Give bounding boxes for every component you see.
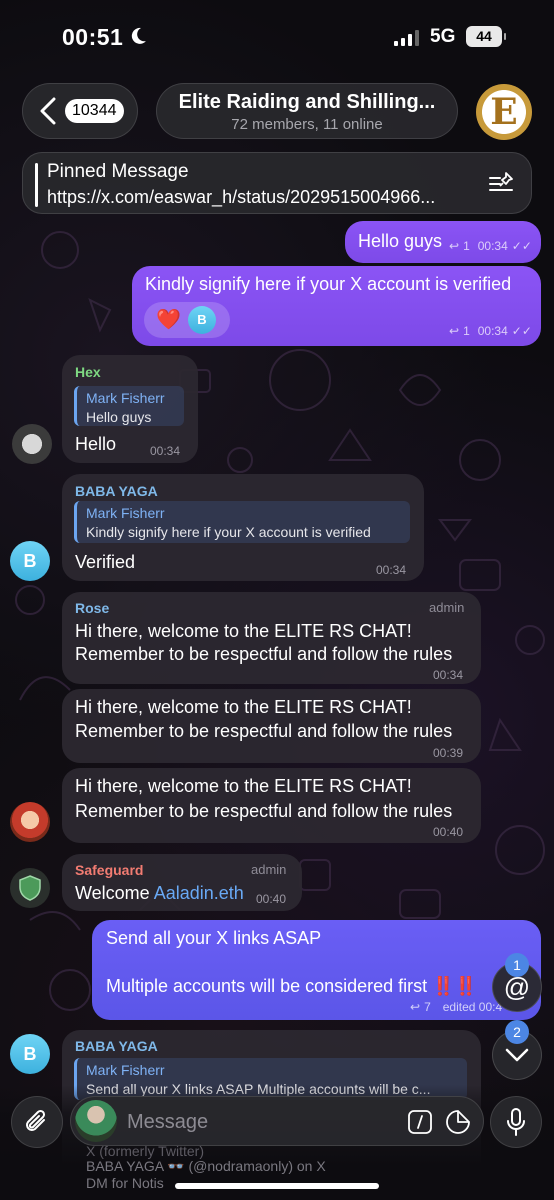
incoming-message[interactable]: Hex Mark Fisherr Hello guys Hello 00:34 — [62, 355, 198, 463]
message-text-line1: Hi there, welcome to the ELITE RS CHAT! — [75, 697, 412, 717]
sender-name: Hex — [75, 364, 101, 380]
sender-name: Rose — [75, 600, 110, 616]
message-text: Welcome Aaladin.eth — [75, 881, 244, 906]
user-mention-link[interactable]: Aaladin.eth — [154, 883, 244, 903]
quote-author: Mark Fisherr — [86, 390, 165, 406]
quote-author: Mark Fisherr — [86, 1062, 165, 1078]
outgoing-message[interactable]: Hello guys ↩ 1 00:34 ✓✓ — [345, 221, 541, 263]
pinned-text: https://x.com/easwar_h/status/2029515004… — [47, 187, 436, 207]
avatar-baba-yaga[interactable]: B — [10, 541, 50, 581]
message-time: 00:34 — [376, 563, 407, 577]
sender-name: BABA YAGA — [75, 483, 158, 499]
message-text-prefix: Welcome — [75, 883, 154, 903]
outgoing-message[interactable]: Send all your X links ASAP Multiple acco… — [92, 920, 541, 1020]
reply-count: 7 — [424, 1000, 431, 1014]
chevron-left-icon — [40, 97, 56, 125]
message-input[interactable] — [127, 1107, 387, 1137]
incoming-message[interactable]: Safeguard admin Welcome Aaladin.eth 00:4… — [62, 854, 302, 911]
message-time: 00:40 — [256, 892, 287, 906]
reply-icon: ↩ — [449, 239, 460, 253]
message-meta: ↩ 7 edited 00:4 — [410, 1000, 502, 1014]
avatar-rose[interactable] — [10, 802, 50, 842]
message-text: Verified — [75, 552, 136, 572]
message-time: 00:34 — [150, 444, 181, 458]
battery-indicator: 44 — [466, 26, 506, 47]
pinned-indicator — [35, 163, 38, 207]
attach-button[interactable] — [11, 1096, 63, 1148]
message-text-line2: Remember to be respectful and follow the… — [75, 644, 453, 664]
shield-icon — [19, 875, 41, 901]
admin-badge: admin — [429, 600, 465, 615]
pinned-message-bar[interactable]: Pinned Message https://x.com/easwar_h/st… — [22, 152, 532, 214]
reply-icon: ↩ — [449, 324, 460, 338]
status-bar: 00:51 5G 44 — [0, 0, 554, 72]
sender-name: BABA YAGA — [75, 1038, 158, 1054]
reply-icon: ↩ — [410, 1000, 421, 1014]
chat-title-button[interactable]: Elite Raiding and Shilling... 72 members… — [156, 83, 458, 139]
network-type: 5G — [430, 26, 456, 47]
send-as-avatar[interactable] — [75, 1100, 117, 1142]
message-text: Hello — [75, 434, 117, 454]
message-text-line2: Remember to be respectful and follow the… — [75, 721, 453, 741]
reply-count: 1 — [463, 324, 470, 338]
incoming-message[interactable]: Rose admin Hi there, welcome to the ELIT… — [62, 592, 481, 684]
reply-quote[interactable]: Mark Fisherr Hello guys — [74, 386, 184, 426]
reply-quote[interactable]: Mark Fisherr Kindly signify here if your… — [74, 501, 410, 543]
message-time: 00:39 — [433, 746, 464, 760]
incoming-message[interactable]: Hi there, welcome to the ELITE RS CHAT! … — [62, 768, 481, 843]
quote-text: Hello guys — [86, 409, 152, 425]
admin-badge: admin — [251, 862, 287, 877]
read-checks-icon: ✓✓ — [511, 324, 532, 338]
pinned-list-icon[interactable] — [487, 169, 517, 199]
message-text-line1: Hi there, welcome to the ELITE RS CHAT! — [75, 776, 412, 796]
pinned-title: Pinned Message — [47, 161, 189, 182]
incoming-message[interactable]: Hi there, welcome to the ELITE RS CHAT! … — [62, 689, 481, 763]
message-text-line1: Send all your X links ASAP — [106, 928, 322, 948]
message-meta: ↩ 1 00:34 ✓✓ — [449, 324, 532, 338]
voice-message-button[interactable] — [490, 1096, 542, 1148]
sender-name: Safeguard — [75, 862, 144, 878]
avatar-safeguard[interactable] — [10, 868, 50, 908]
message-time: 00:34 — [433, 668, 464, 682]
back-button[interactable]: 10344 — [22, 83, 138, 139]
read-checks-icon: ✓✓ — [511, 239, 532, 253]
message-text-line2: Remember to be respectful and follow the… — [75, 801, 453, 821]
heart-reaction-icon: ❤️ — [156, 309, 181, 331]
mentions-count-badge: 1 — [505, 953, 529, 977]
chat-subtitle: 72 members, 11 online — [231, 116, 383, 133]
sticker-icon[interactable] — [445, 1109, 471, 1135]
quote-author: Mark Fisherr — [86, 505, 165, 521]
paperclip-icon — [26, 1109, 46, 1131]
message-text: Kindly signify here if your X account is… — [145, 274, 512, 294]
avatar-hex[interactable] — [12, 424, 52, 464]
avatar-baba-yaga[interactable]: B — [10, 1034, 50, 1074]
cellular-signal-icon — [394, 30, 419, 46]
unread-below-badge: 2 — [505, 1020, 529, 1044]
home-indicator — [175, 1183, 379, 1189]
reactions-pill[interactable]: ❤️ B — [144, 302, 230, 338]
quote-text: Kindly signify here if your X account is… — [86, 524, 371, 540]
message-composer — [70, 1096, 484, 1146]
bot-commands-icon[interactable] — [407, 1109, 433, 1135]
unread-count-badge: 10344 — [65, 99, 124, 123]
status-time: 00:51 — [62, 24, 124, 50]
group-avatar[interactable]: E — [476, 84, 532, 140]
message-time: 00:40 — [433, 825, 464, 839]
chevron-down-icon — [505, 1048, 529, 1062]
message-time: 00:34 — [477, 239, 508, 253]
edited-label: edited 00:4 — [442, 1000, 503, 1014]
message-text: Hello guys — [358, 231, 443, 251]
reply-count: 1 — [463, 239, 470, 253]
link-preview-title: BABA YAGA 👓 (@nodramaonly) on X — [86, 1158, 326, 1174]
microphone-icon — [507, 1108, 525, 1136]
chat-title: Elite Raiding and Shilling... — [178, 91, 436, 113]
incoming-message[interactable]: BABA YAGA Mark Fisherr Kindly signify he… — [62, 474, 424, 581]
reactor-avatar: B — [188, 306, 216, 334]
message-text-line2: Multiple accounts will be considered fir… — [106, 976, 477, 996]
message-meta: ↩ 1 00:34 ✓✓ — [449, 239, 532, 253]
message-time: 00:34 — [477, 324, 508, 338]
focus-moon-icon — [131, 27, 146, 44]
link-preview-description: DM for Notis — [86, 1175, 164, 1191]
message-text-line1: Hi there, welcome to the ELITE RS CHAT! — [75, 621, 412, 641]
